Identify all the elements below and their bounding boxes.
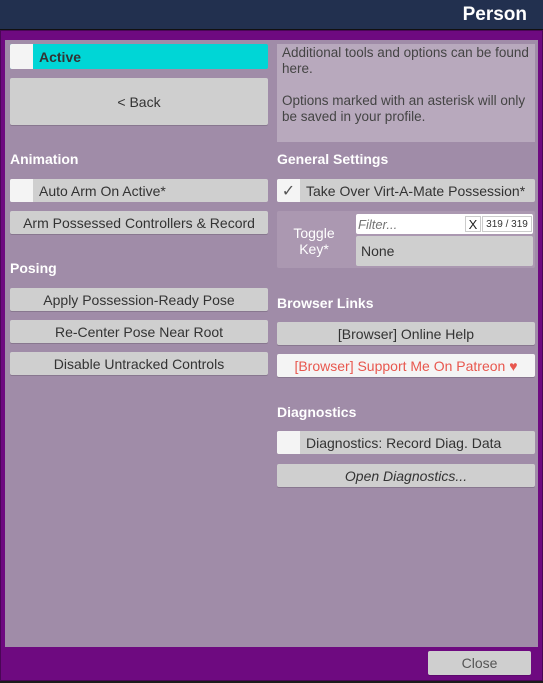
takeover-label: Take Over Virt-A-Mate Possession*: [306, 182, 526, 199]
filter-count: 319 / 319: [482, 216, 532, 232]
browser-links-heading: Browser Links: [277, 295, 374, 311]
checkbox-icon: [10, 179, 33, 202]
record-diag-toggle[interactable]: Diagnostics: Record Diag. Data: [277, 431, 535, 454]
record-diag-label: Diagnostics: Record Diag. Data: [306, 434, 502, 451]
clear-filter-button[interactable]: X: [465, 216, 481, 232]
online-help-button[interactable]: [Browser] Online Help: [277, 322, 535, 345]
active-label: Active: [39, 48, 82, 65]
apply-pose-button[interactable]: Apply Possession-Ready Pose: [10, 288, 268, 311]
close-button[interactable]: Close: [428, 651, 531, 675]
info-text-1: Additional tools and options can be foun…: [282, 45, 529, 76]
back-button[interactable]: < Back: [10, 78, 268, 125]
title-bar: [0, 0, 543, 30]
general-settings-heading: General Settings: [277, 151, 389, 167]
auto-arm-toggle[interactable]: Auto Arm On Active*: [10, 179, 268, 202]
active-toggle[interactable]: Active: [10, 44, 268, 69]
info-text-2: Options marked with an asterisk will onl…: [282, 93, 526, 124]
auto-arm-label: Auto Arm On Active*: [39, 182, 166, 199]
animation-heading: Animation: [10, 151, 79, 167]
recenter-pose-button[interactable]: Re-Center Pose Near Root: [10, 320, 268, 343]
toggle-key-label: Toggle Key*: [293, 225, 335, 257]
info-box: Additional tools and options can be foun…: [277, 44, 535, 142]
filter-input[interactable]: [358, 215, 463, 233]
checkbox-icon: [10, 44, 33, 69]
posing-heading: Posing: [10, 260, 57, 276]
patreon-button[interactable]: [Browser] Support Me On Patreon ♥: [277, 354, 535, 377]
diagnostics-heading: Diagnostics: [277, 404, 357, 420]
window-title: Person: [462, 4, 527, 25]
checkbox-icon: [277, 431, 300, 454]
toggle-key-select[interactable]: None: [356, 236, 533, 266]
arm-record-button[interactable]: Arm Possessed Controllers & Record: [10, 211, 268, 234]
checkmark-icon: ✓: [277, 179, 300, 202]
disable-untracked-button[interactable]: Disable Untracked Controls: [10, 352, 268, 375]
open-diagnostics-button[interactable]: Open Diagnostics...: [277, 464, 535, 487]
takeover-toggle[interactable]: ✓ Take Over Virt-A-Mate Possession*: [277, 179, 535, 202]
